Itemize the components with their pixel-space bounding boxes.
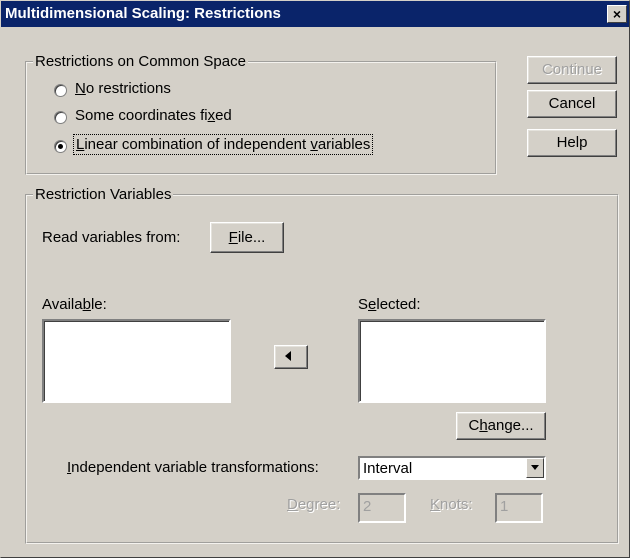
change-button[interactable]: Change... (456, 412, 546, 440)
common-space-legend: Restrictions on Common Space (35, 53, 246, 70)
restrictions-dialog: Multidimensional Scaling: Restrictions ×… (0, 0, 630, 558)
arrow-left-icon (285, 351, 291, 361)
linear-combination-radio[interactable] (54, 140, 67, 153)
window-title: Multidimensional Scaling: Restrictions (5, 5, 281, 22)
selected-variables-list[interactable] (358, 319, 546, 403)
linear-combination-label[interactable]: Linear combination of independent variab… (73, 134, 374, 155)
some-coordinates-fixed-label[interactable]: Some coordinates fixed (75, 107, 232, 124)
transformations-label: Independent variable transformations: (67, 459, 319, 476)
restriction-variables-legend: Restriction Variables (35, 186, 172, 203)
knots-input[interactable]: 1 (495, 493, 543, 523)
chevron-down-icon (531, 465, 539, 470)
available-label: Available: (42, 296, 107, 313)
close-button[interactable]: × (607, 5, 627, 23)
degree-input[interactable]: 2 (358, 493, 406, 523)
no-restrictions-label[interactable]: No restrictions (75, 80, 171, 97)
knots-label: Knots: (430, 496, 473, 513)
title-bar: Multidimensional Scaling: Restrictions × (1, 1, 629, 27)
available-variables-list[interactable] (42, 319, 231, 403)
dropdown-arrow-button[interactable] (526, 458, 544, 478)
transformations-value: Interval (363, 460, 413, 477)
radio-selected-dot (58, 144, 63, 149)
selected-label: Selected: (358, 296, 421, 313)
degree-label: Degree: (287, 496, 341, 513)
no-restrictions-radio[interactable] (54, 84, 67, 97)
read-variables-label: Read variables from: (42, 229, 181, 246)
cancel-button[interactable]: Cancel (527, 90, 617, 118)
some-coordinates-fixed-radio[interactable] (54, 111, 67, 124)
transformations-dropdown[interactable]: Interval (358, 456, 546, 480)
move-left-button[interactable] (274, 345, 308, 369)
continue-button[interactable]: Continue (527, 56, 617, 84)
file-button[interactable]: File... (210, 222, 284, 253)
help-button[interactable]: Help (527, 129, 617, 157)
